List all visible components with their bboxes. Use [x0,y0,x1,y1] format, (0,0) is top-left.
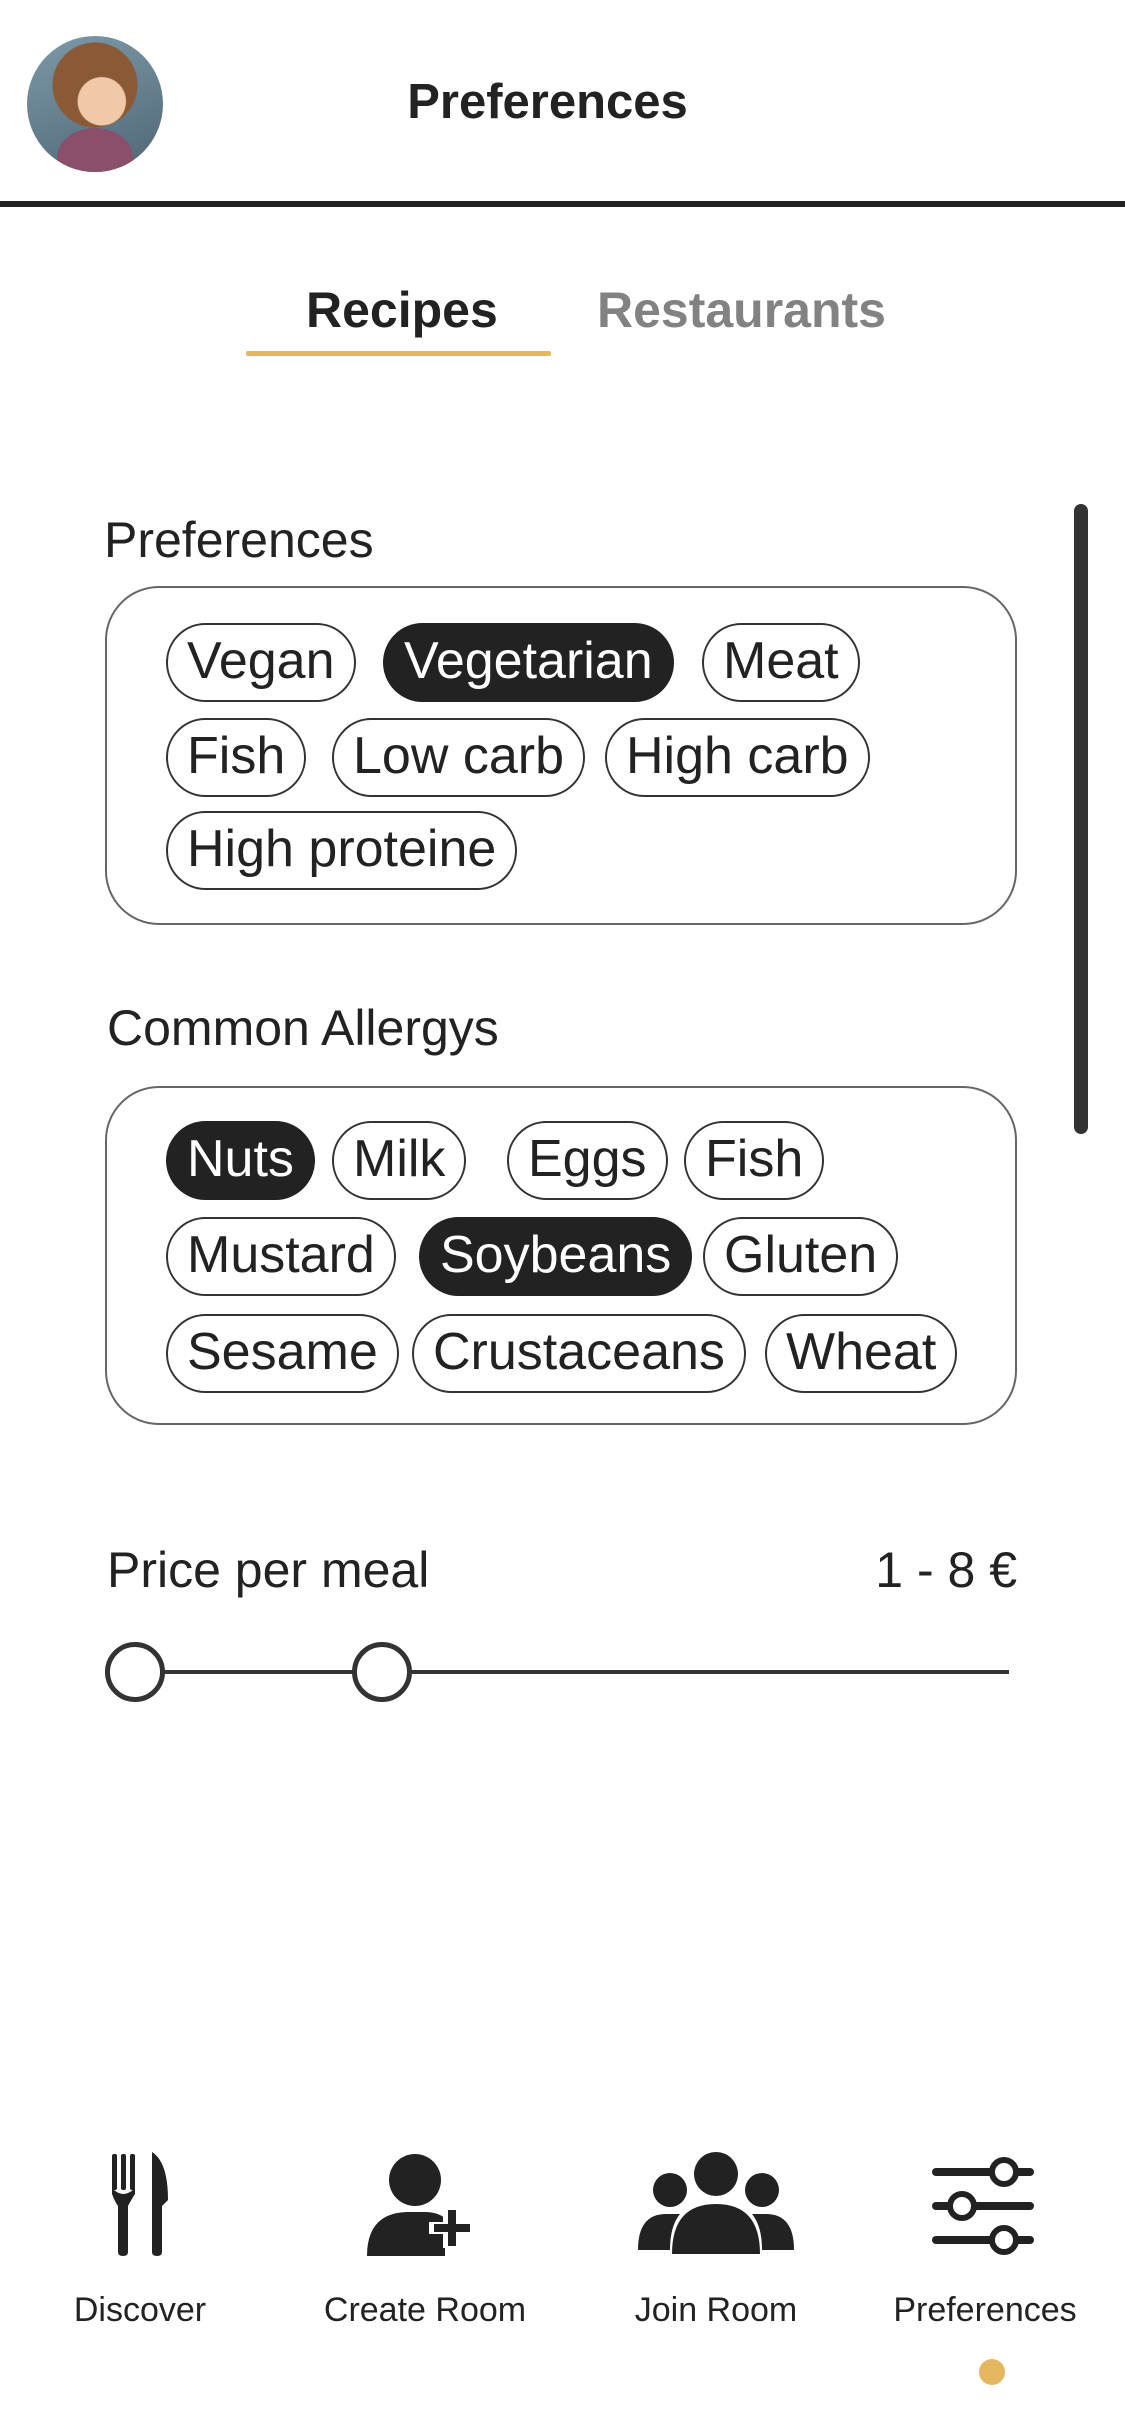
chip-gluten[interactable]: Gluten [703,1217,899,1296]
nav-label-join-room: Join Room [634,2291,798,2329]
chip-milk[interactable]: Milk [332,1121,467,1200]
chip-fish-allergy[interactable]: Fish [684,1121,825,1200]
fork-knife-icon [112,2152,168,2256]
allergies-section-title: Common Allergys [107,1000,499,1056]
price-slider-min-handle[interactable] [105,1642,165,1702]
nav-create-room[interactable]: Create Room [285,2150,565,2390]
nav-discover[interactable]: Discover [0,2150,280,2390]
chip-low-carb[interactable]: Low carb [332,718,585,797]
chip-sesame[interactable]: Sesame [166,1314,399,1393]
scrollbar[interactable] [1074,504,1088,1134]
tab-restaurants[interactable]: Restaurants [597,278,886,342]
preferences-section-title: Preferences [104,512,374,568]
price-label: Price per meal [107,1542,430,1598]
active-tab-indicator [246,351,551,356]
chip-soybeans[interactable]: Soybeans [419,1217,693,1296]
nav-label-create-room: Create Room [323,2291,527,2329]
tab-recipes[interactable]: Recipes [306,278,498,342]
chip-crustaceans[interactable]: Crustaceans [412,1314,746,1393]
chip-meat[interactable]: Meat [702,623,860,702]
app-header: Preferences [0,0,1125,207]
sliders-icon [932,2157,1034,2255]
price-slider-track[interactable] [135,1670,1009,1674]
nav-join-room[interactable]: Join Room [576,2150,856,2390]
nav-label-preferences: Preferences [893,2291,1077,2329]
header-divider [0,201,1125,207]
chip-mustard[interactable]: Mustard [166,1217,396,1296]
allergies-panel: Nuts Milk Eggs Fish Mustard Soybeans Glu… [105,1086,1017,1425]
nav-preferences[interactable]: Preferences [845,2150,1125,2390]
active-nav-indicator [979,2359,1005,2385]
chip-nuts[interactable]: Nuts [166,1121,315,1200]
add-user-icon [367,2154,470,2256]
chip-vegan[interactable]: Vegan [166,623,356,702]
chip-vegetarian[interactable]: Vegetarian [383,623,674,702]
chip-wheat[interactable]: Wheat [765,1314,958,1393]
group-icon [638,2152,794,2254]
chip-high-proteine[interactable]: High proteine [166,811,518,890]
preferences-panel: Vegan Vegetarian Meat Fish Low carb High… [105,586,1017,925]
price-value: 1 - 8 € [875,1542,1017,1598]
chip-high-carb[interactable]: High carb [605,718,870,797]
chip-eggs[interactable]: Eggs [507,1121,668,1200]
nav-label-discover: Discover [73,2291,207,2329]
chip-fish[interactable]: Fish [166,718,307,797]
page-title: Preferences [407,75,688,129]
price-slider-max-handle[interactable] [352,1642,412,1702]
